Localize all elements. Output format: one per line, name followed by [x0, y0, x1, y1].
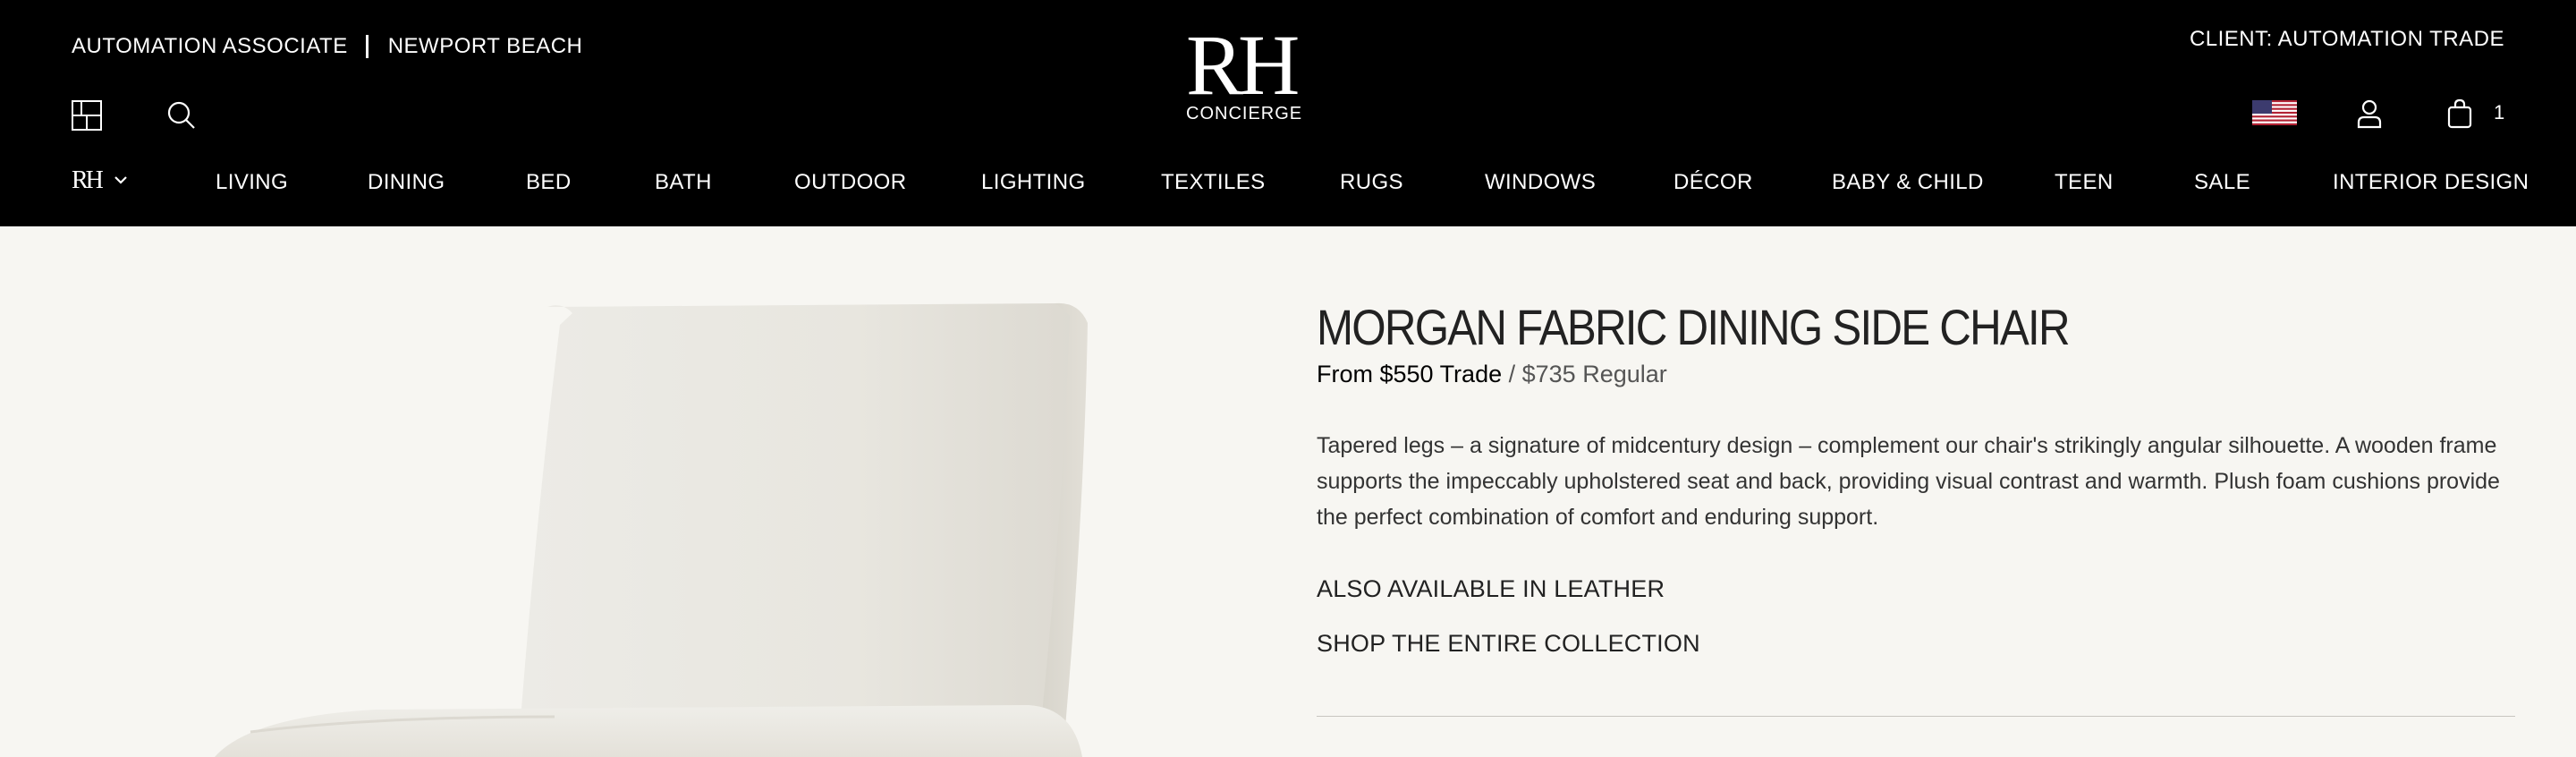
- price-separator: /: [1502, 361, 1522, 387]
- us-flag-icon[interactable]: [2252, 100, 2297, 125]
- shop-collection-link[interactable]: SHOP THE ENTIRE COLLECTION: [1317, 630, 1700, 658]
- nav-item-decor[interactable]: DÉCOR: [1674, 170, 1753, 195]
- grid-layout-icon[interactable]: [72, 100, 102, 131]
- nav-item-windows[interactable]: WINDOWS: [1485, 170, 1596, 195]
- nav-item-bed[interactable]: BED: [526, 170, 572, 195]
- nav-item-living[interactable]: LIVING: [216, 170, 288, 195]
- product-title: MORGAN FABRIC DINING SIDE CHAIR: [1317, 299, 2071, 355]
- product-image[interactable]: [0, 226, 1234, 757]
- nav-item-teen[interactable]: TEEN: [2055, 170, 2114, 195]
- leather-option-link[interactable]: ALSO AVAILABLE IN LEATHER: [1317, 575, 1665, 603]
- nav-item-lighting[interactable]: LIGHTING: [981, 170, 1086, 195]
- nav-item-baby-child[interactable]: BABY & CHILD: [1832, 170, 1984, 195]
- site-header: AUTOMATION ASSOCIATE NEWPORT BEACH RH CO…: [0, 0, 2576, 226]
- nav-item-sale[interactable]: SALE: [2194, 170, 2250, 195]
- logo-monogram: RH: [1186, 17, 1300, 113]
- trade-price: From $550 Trade: [1317, 361, 1503, 387]
- associate-info: AUTOMATION ASSOCIATE NEWPORT BEACH: [72, 34, 582, 59]
- divider: [365, 35, 369, 58]
- product-price: From $550 Trade / $735 Regular: [1317, 361, 1667, 388]
- main-navigation: LIVING DINING BED BATH OUTDOOR LIGHTING …: [0, 170, 2576, 197]
- rh-logo[interactable]: RH CONCIERGE: [1186, 17, 1303, 124]
- regular-price: $735 Regular: [1521, 361, 1667, 387]
- cart-count[interactable]: 1: [2494, 101, 2504, 124]
- section-divider: [1317, 716, 2515, 717]
- nav-item-bath[interactable]: BATH: [655, 170, 712, 195]
- logo-subtext: CONCIERGE: [1186, 104, 1303, 123]
- shopping-bag-icon[interactable]: [2447, 98, 2472, 129]
- search-icon[interactable]: [166, 100, 197, 131]
- store-location[interactable]: NEWPORT BEACH: [388, 34, 583, 59]
- associate-name[interactable]: AUTOMATION ASSOCIATE: [72, 34, 348, 59]
- nav-item-rugs[interactable]: RUGS: [1340, 170, 1403, 195]
- nav-item-textiles[interactable]: TEXTILES: [1161, 170, 1266, 195]
- client-label[interactable]: CLIENT: AUTOMATION TRADE: [2190, 27, 2504, 52]
- nav-item-dining[interactable]: DINING: [368, 170, 445, 195]
- product-description: Tapered legs – a signature of midcentury…: [1317, 433, 2500, 530]
- user-icon[interactable]: [2356, 98, 2383, 129]
- nav-item-outdoor[interactable]: OUTDOOR: [794, 170, 906, 195]
- nav-item-interior-design[interactable]: INTERIOR DESIGN: [2333, 170, 2529, 195]
